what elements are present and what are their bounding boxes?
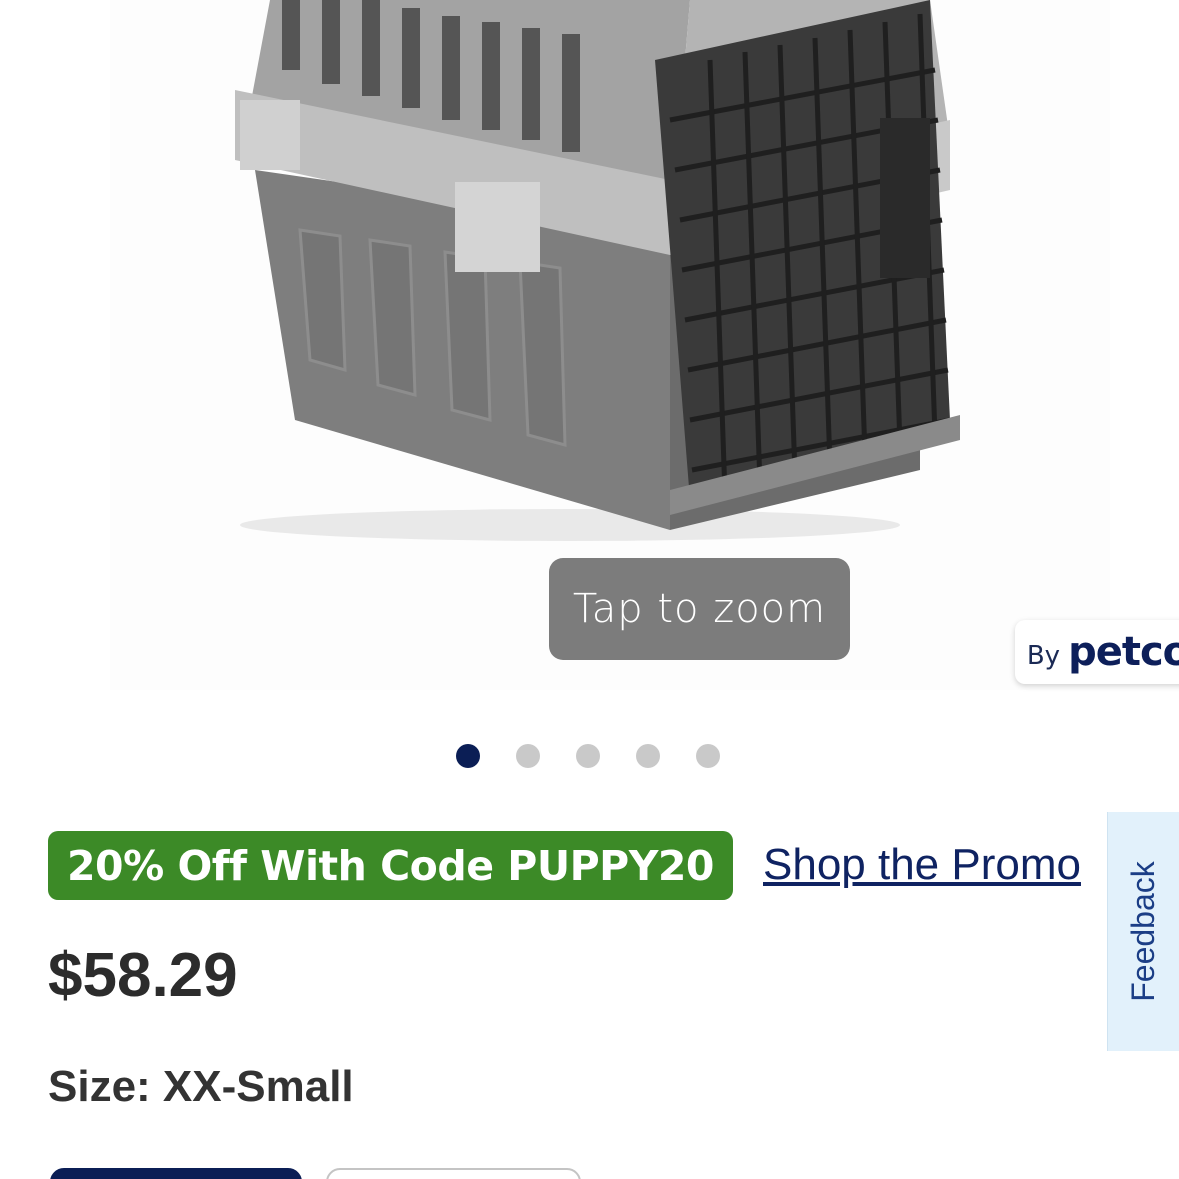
carousel-dots [456,744,720,768]
promo-badge: 20% Off With Code PUPPY20 [48,831,733,900]
carousel-dot-3[interactable] [576,744,600,768]
size-label: Size: XX-Small [48,1062,354,1111]
size-option[interactable] [326,1168,581,1179]
shop-the-promo-link[interactable]: Shop the Promo [763,840,1081,890]
feedback-label: Feedback [1125,861,1161,1002]
product-image-gallery[interactable]: Tap to zoom By petco [110,0,1179,690]
size-option-selected[interactable] [50,1168,302,1179]
petco-logo: petco [1068,629,1179,675]
tap-to-zoom-button[interactable]: Tap to zoom [549,558,850,660]
carousel-dot-2[interactable] [516,744,540,768]
brand-by-label: By [1026,641,1061,671]
carousel-dot-4[interactable] [636,744,660,768]
product-price: $58.29 [48,941,238,1010]
carousel-dot-1[interactable] [456,744,480,768]
product-page: Tap to zoom By petco 20% Off With Code P… [0,0,1179,1179]
feedback-tab[interactable]: Feedback [1107,812,1179,1051]
carousel-dot-5[interactable] [696,744,720,768]
brand-badge: By petco [1015,620,1179,684]
